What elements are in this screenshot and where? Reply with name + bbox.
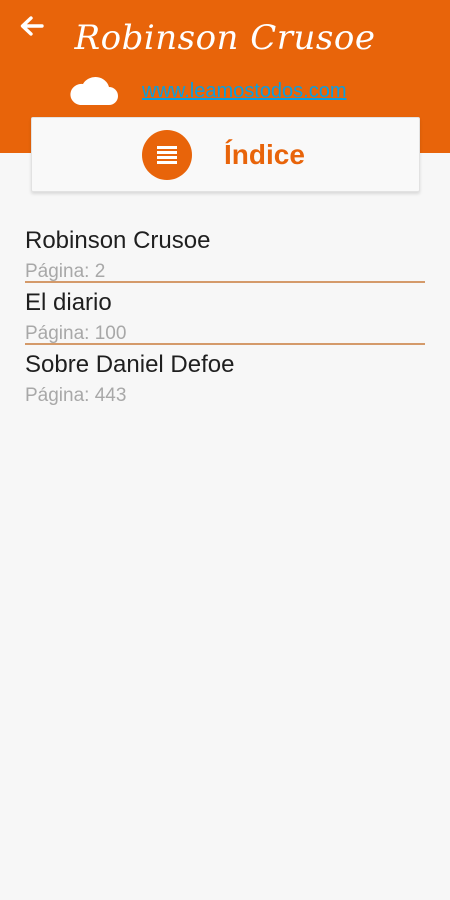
website-link[interactable]: www.leamostodos.com <box>142 78 347 104</box>
chapter-title: Robinson Crusoe <box>25 227 211 254</box>
list-icon <box>157 146 177 164</box>
chapter-title: El diario <box>25 289 112 316</box>
chapter-item[interactable]: Robinson Crusoe Página: 2 <box>25 220 425 283</box>
cloud-icon <box>70 77 118 105</box>
index-card: Índice <box>31 117 420 192</box>
chapter-list: Robinson Crusoe Página: 2 El diario Pági… <box>25 220 425 406</box>
app-title: Robinson Crusoe <box>74 18 376 58</box>
chapter-page: Página: 443 <box>25 385 127 406</box>
index-title: Índice <box>224 139 305 170</box>
index-button[interactable] <box>142 130 192 180</box>
chapter-item[interactable]: El diario Página: 100 <box>25 282 425 345</box>
chapter-item[interactable]: Sobre Daniel Defoe Página: 443 <box>25 344 425 406</box>
chapter-title: Sobre Daniel Defoe <box>25 351 235 378</box>
